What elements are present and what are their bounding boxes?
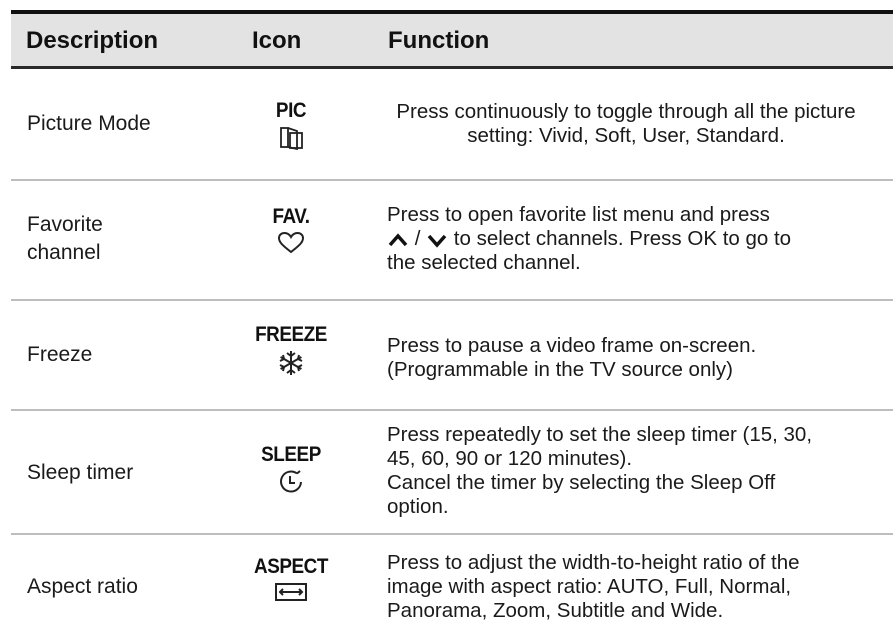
function-line: / to select channels. Press OK to go to [387, 227, 887, 251]
function-line: Press repeatedly to set the sleep timer … [387, 423, 813, 446]
row-icon: ASPECT [233, 555, 349, 603]
aspect-ratio-icon [275, 583, 307, 601]
function-line: Press to adjust the width-to-height rati… [387, 551, 800, 574]
chevron-down-icon [427, 234, 447, 248]
function-line: image with aspect ratio: AUTO, Full, Nor… [387, 575, 792, 598]
row-description: Aspect ratio [27, 575, 138, 598]
heart-icon [277, 231, 305, 254]
function-line: Press to open favorite list menu and pre… [387, 203, 770, 226]
row-function: Press repeatedly to set the sleep timer … [387, 423, 887, 519]
remote-functions-table: Description Icon Function Picture Mode P… [11, 10, 893, 639]
header-function: Function [388, 27, 490, 54]
table-header: Description Icon Function [11, 14, 893, 69]
row-function: Press to open favorite list menu and pre… [387, 203, 887, 275]
row-icon: PIC [233, 99, 349, 151]
description-line: channel [27, 241, 101, 264]
row-description: Sleep timer [27, 461, 134, 484]
icon-label: FAV. [272, 205, 310, 228]
function-line: 45, 60, 90 or 120 minutes). [387, 447, 633, 470]
function-line: Press to pause a video frame on-screen. [387, 334, 757, 357]
row-icon: FAV. [233, 205, 349, 255]
header-description: Description [26, 27, 159, 54]
row-function: Press to pause a video frame on-screen. … [387, 334, 887, 382]
icon-label: SLEEP [261, 443, 321, 466]
row-icon: SLEEP [233, 443, 349, 495]
row-description: Favorite channel [27, 211, 103, 267]
row-description: Picture Mode [27, 112, 151, 135]
description-line: Favorite [27, 213, 103, 236]
snowflake-icon [279, 351, 303, 375]
icon-label: ASPECT [254, 555, 328, 578]
sleep-timer-icon [280, 470, 302, 493]
table-row: Picture Mode PIC Press continuously to t… [11, 69, 893, 181]
table-row: Freeze FREEZE Press to pause a video fra… [11, 301, 893, 411]
row-description: Freeze [27, 343, 93, 366]
table-row: Sleep timer SLEEP Press repeatedly to se… [11, 411, 893, 535]
header-icon: Icon [252, 27, 302, 54]
row-function: Press to adjust the width-to-height rati… [387, 551, 887, 623]
row-icon: FREEZE [233, 323, 349, 377]
table-row: Aspect ratio ASPECT Press to adjust the … [11, 535, 893, 639]
icon-label: FREEZE [255, 323, 327, 346]
icon-label: PIC [275, 99, 307, 122]
function-line: Cancel the timer by selecting the Sleep … [387, 471, 776, 494]
function-line: Panorama, Zoom, Subtitle and Wide. [387, 599, 724, 622]
function-line: (Programmable in the TV source only) [387, 358, 733, 381]
row-function: Press continuously to toggle through all… [396, 100, 856, 147]
function-line: the selected channel. [387, 251, 581, 274]
chevron-up-icon [388, 232, 408, 246]
function-line: option. [387, 495, 449, 518]
table-row: Favorite channel FAV. Press to open favo… [11, 181, 893, 301]
picture-mode-icon [280, 127, 303, 151]
